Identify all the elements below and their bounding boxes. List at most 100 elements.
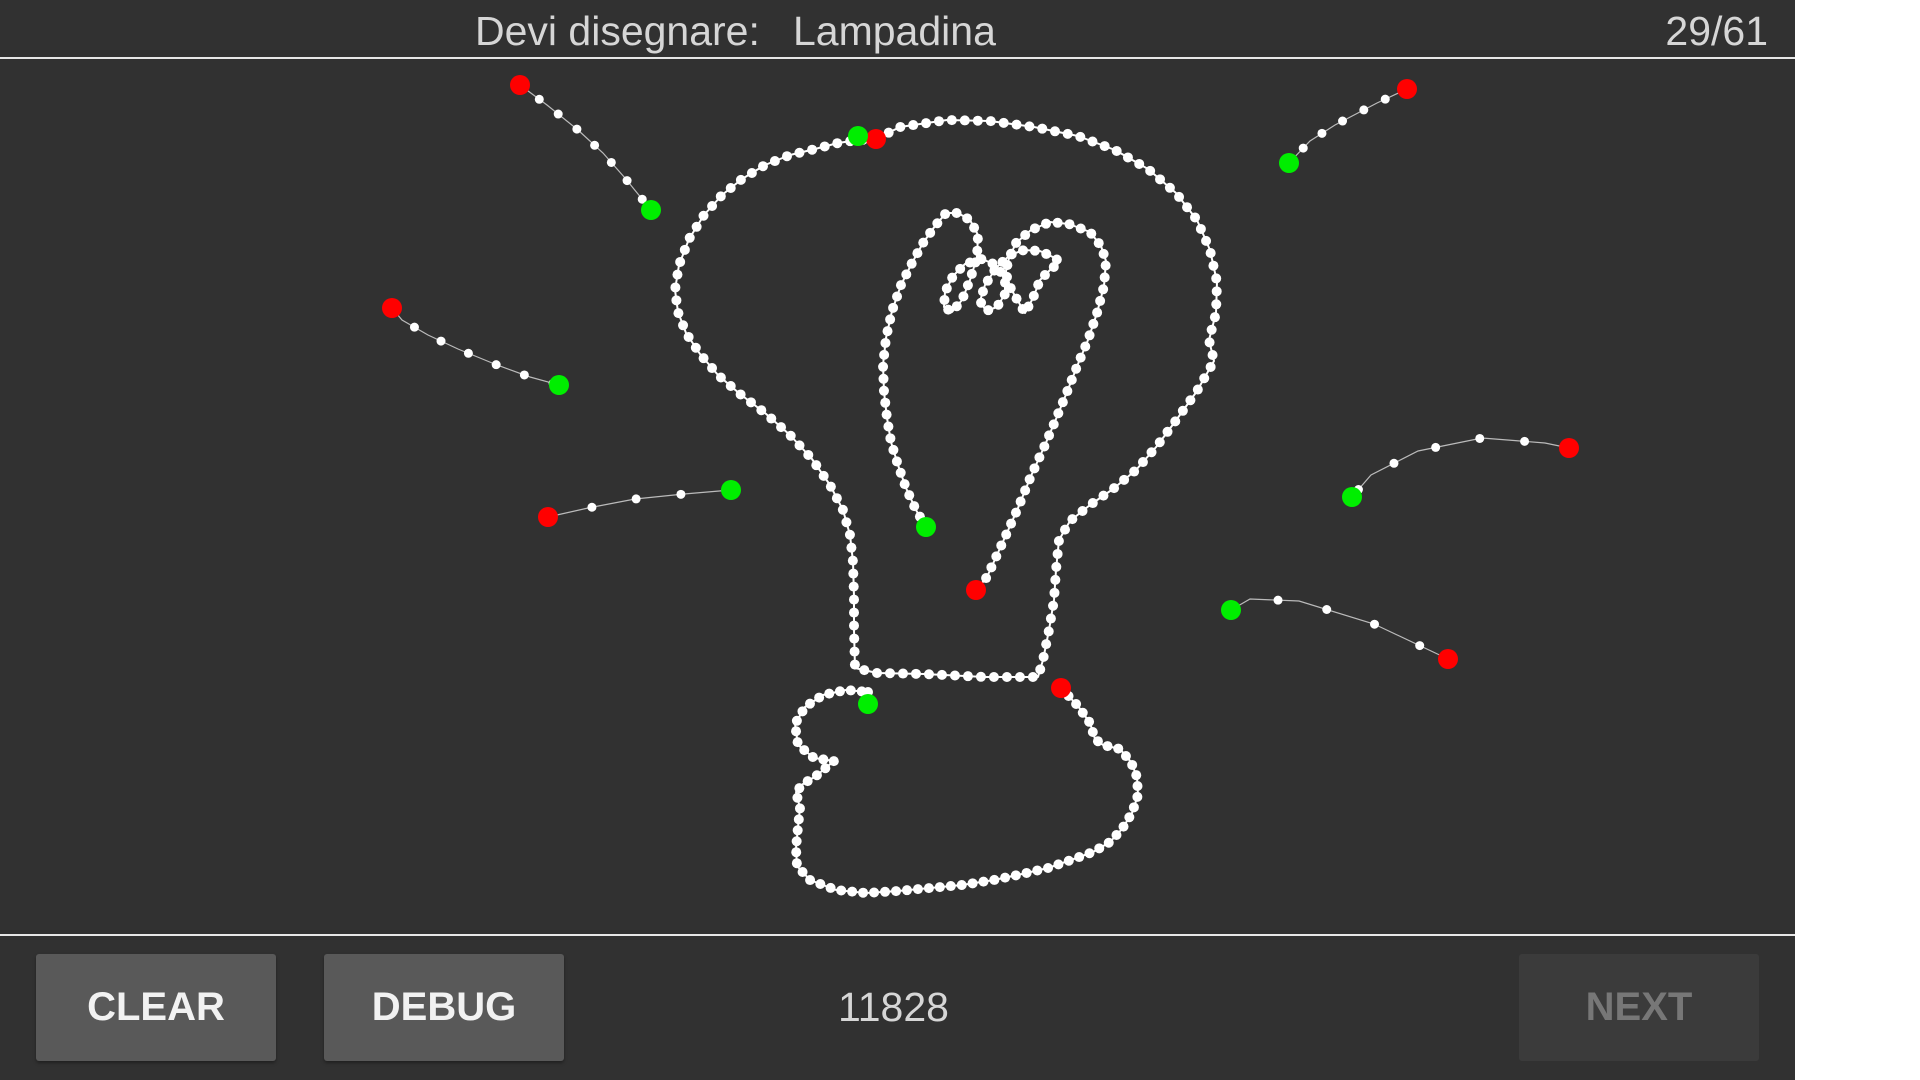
stroke-point <box>1124 812 1135 823</box>
stroke-point <box>1077 707 1088 718</box>
stroke-point <box>776 422 787 433</box>
stroke-point <box>409 322 419 332</box>
stroke-point <box>1043 862 1054 873</box>
footer-bar: CLEAR DEBUG 11828 NEXT <box>0 936 1795 1080</box>
stroke-point <box>534 94 544 104</box>
stroke-point <box>1014 672 1025 682</box>
stroke-point <box>993 299 1004 310</box>
stroke-point <box>745 397 756 408</box>
stroke-point <box>825 882 836 893</box>
stroke-point <box>791 858 802 869</box>
stroke-point <box>1134 158 1145 169</box>
stroke-end-marker <box>916 517 936 537</box>
stroke-point <box>1205 248 1216 259</box>
stroke-point <box>820 763 831 774</box>
stroke-point <box>1095 295 1106 306</box>
stroke-point <box>1206 324 1217 335</box>
stroke-point <box>1118 821 1129 832</box>
stroke-point <box>837 504 848 515</box>
stroke-point <box>1041 218 1052 229</box>
stroke-point <box>909 501 920 512</box>
stroke-end-marker <box>721 480 741 500</box>
stroke-point <box>1049 587 1060 598</box>
stroke-point <box>799 745 810 756</box>
stroke-point <box>1005 283 1016 294</box>
stroke-point <box>923 669 934 680</box>
stroke-point <box>436 336 446 346</box>
stroke-point <box>1062 386 1073 397</box>
stroke-start-marker <box>510 75 530 95</box>
stroke-point <box>1000 872 1011 883</box>
stroke-point <box>991 551 1002 562</box>
clear-button[interactable]: CLEAR <box>36 954 276 1061</box>
stroke-point <box>945 881 956 892</box>
stroke-point <box>1077 505 1088 516</box>
stroke-point <box>553 109 563 119</box>
stroke-point <box>966 268 977 279</box>
stroke-point <box>1001 529 1012 540</box>
header-bar: Devi disegnare: Lampadina 29/61 <box>0 0 1795 57</box>
stroke-start-marker <box>1559 438 1579 458</box>
stroke-point <box>1103 837 1114 848</box>
stroke-point <box>975 671 986 682</box>
stroke-point <box>781 151 792 162</box>
stroke-point <box>785 430 796 441</box>
stroke-point <box>880 886 891 897</box>
stroke-point <box>1182 202 1193 213</box>
stroke-point <box>936 669 947 680</box>
drawing-canvas[interactable] <box>0 59 1795 934</box>
stroke-point <box>1029 223 1040 234</box>
stroke-point <box>1088 318 1099 329</box>
stroke-point <box>1185 395 1196 406</box>
stroke-point <box>888 302 899 313</box>
stroke-point <box>1154 437 1165 448</box>
stroke-point <box>572 124 582 134</box>
stroke-point <box>1021 867 1032 878</box>
stroke-point <box>791 836 802 847</box>
stroke-point <box>698 210 709 221</box>
stroke-point <box>519 370 529 380</box>
stroke-point <box>859 665 870 676</box>
stroke-point <box>1048 261 1059 272</box>
stroke-point <box>1338 116 1348 126</box>
stroke-point <box>847 886 858 897</box>
stroke-point <box>606 157 616 167</box>
stroke-point <box>908 120 919 131</box>
stroke-point <box>858 887 869 898</box>
stroke-point <box>1037 123 1048 134</box>
stroke-point <box>845 685 856 696</box>
stroke-point <box>969 222 980 233</box>
stroke-point <box>1273 595 1283 605</box>
stroke-point <box>811 770 822 781</box>
stroke-point <box>1087 727 1098 738</box>
stroke-point <box>1195 223 1206 234</box>
stroke-point <box>675 256 686 267</box>
stroke-point <box>825 481 836 492</box>
next-button[interactable]: NEXT <box>1519 954 1759 1061</box>
stroke-point <box>735 174 746 185</box>
stroke-point <box>981 573 992 584</box>
rays-right-line <box>1351 437 1570 498</box>
stroke-point <box>844 529 855 540</box>
stroke-point <box>976 297 987 308</box>
stroke-point <box>1170 416 1181 427</box>
stroke-point <box>1322 605 1332 615</box>
stroke-point <box>1020 485 1031 496</box>
stroke-end-marker <box>1279 153 1299 173</box>
stroke-point <box>962 213 973 224</box>
stroke-point <box>824 688 835 699</box>
stroke-start-marker <box>866 129 886 149</box>
rays-lower-right-line <box>1230 598 1449 660</box>
stroke-point <box>847 555 858 566</box>
stroke-start-marker <box>1397 79 1417 99</box>
stroke-point <box>1177 405 1188 416</box>
stroke-point <box>1475 433 1485 443</box>
stroke-point <box>962 671 973 682</box>
stroke-point <box>841 517 852 528</box>
stroke-point <box>1145 165 1156 176</box>
stroke-point <box>1048 600 1059 611</box>
debug-button[interactable]: DEBUG <box>324 954 564 1061</box>
stroke-point <box>1137 457 1148 468</box>
stroke-point <box>1131 770 1142 781</box>
stroke-point <box>1053 536 1064 547</box>
